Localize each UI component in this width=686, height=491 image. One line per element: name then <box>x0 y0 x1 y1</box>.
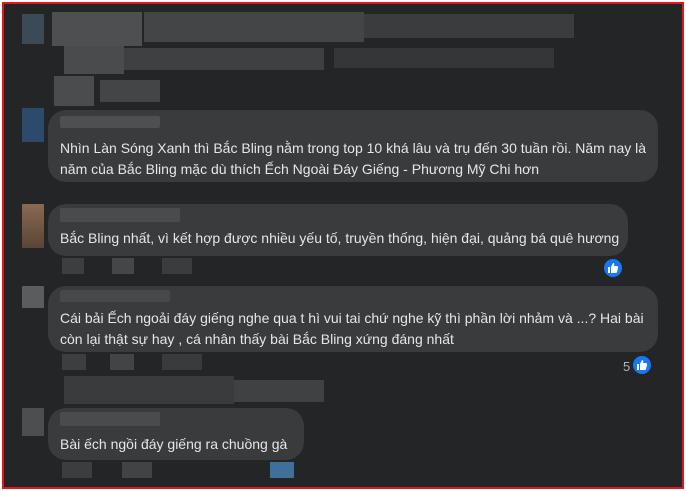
comment-bubble: Cái bải Ếch ngoải đáy giếng nghe qua t h… <box>48 286 658 352</box>
blurred-block <box>334 48 554 68</box>
blurred-block <box>100 80 160 102</box>
reaction-count: 5 <box>623 359 631 374</box>
blurred-avatar <box>22 204 44 248</box>
like-icon[interactable] <box>631 354 653 376</box>
blurred-author-name <box>60 208 180 222</box>
comment-section: Nhìn Làn Sóng Xanh thì Bắc Bling nằm tro… <box>2 2 684 489</box>
blurred-author-name <box>60 290 170 302</box>
blurred-author-name <box>60 412 160 426</box>
comment-text: Bài ếch ngồi đáy giếng ra chuồng gà <box>60 436 288 452</box>
blurred-block <box>52 12 142 46</box>
blurred-block <box>64 46 124 74</box>
comment-text: còn lại thật sự hay , cá nhân thấy bài B… <box>60 331 454 347</box>
comment-text: Bắc Bling nhất, vì kết hợp được nhiều yế… <box>60 230 620 246</box>
blurred-avatar <box>22 14 44 44</box>
comment-actions-blurred[interactable] <box>62 258 222 274</box>
comment-actions-blurred[interactable] <box>62 462 302 478</box>
blurred-block <box>64 376 234 404</box>
comment-text: năm của Bắc Bling mặc dù thích Ếch Ngoài… <box>60 161 540 177</box>
comment-bubble: Bắc Bling nhất, vì kết hợp được nhiều yế… <box>48 204 628 256</box>
blurred-block <box>124 48 324 70</box>
comment-actions-blurred[interactable] <box>62 354 262 370</box>
comment-text: Cái bải Ếch ngoải đáy giếng nghe qua t h… <box>60 310 644 326</box>
blurred-block <box>364 14 574 38</box>
blurred-author-name <box>60 116 160 128</box>
blurred-avatar <box>22 408 44 436</box>
comment-bubble: Bài ếch ngồi đáy giếng ra chuồng gà <box>48 408 304 460</box>
blurred-block <box>234 380 324 402</box>
comment-bubble: Nhìn Làn Sóng Xanh thì Bắc Bling nằm tro… <box>48 110 658 182</box>
blurred-block <box>144 12 364 42</box>
blurred-avatar <box>22 286 44 308</box>
like-icon[interactable] <box>602 257 624 279</box>
blurred-block <box>54 76 94 106</box>
blurred-avatar <box>22 108 44 142</box>
comment-text: Nhìn Làn Sóng Xanh thì Bắc Bling nằm tro… <box>60 140 647 156</box>
